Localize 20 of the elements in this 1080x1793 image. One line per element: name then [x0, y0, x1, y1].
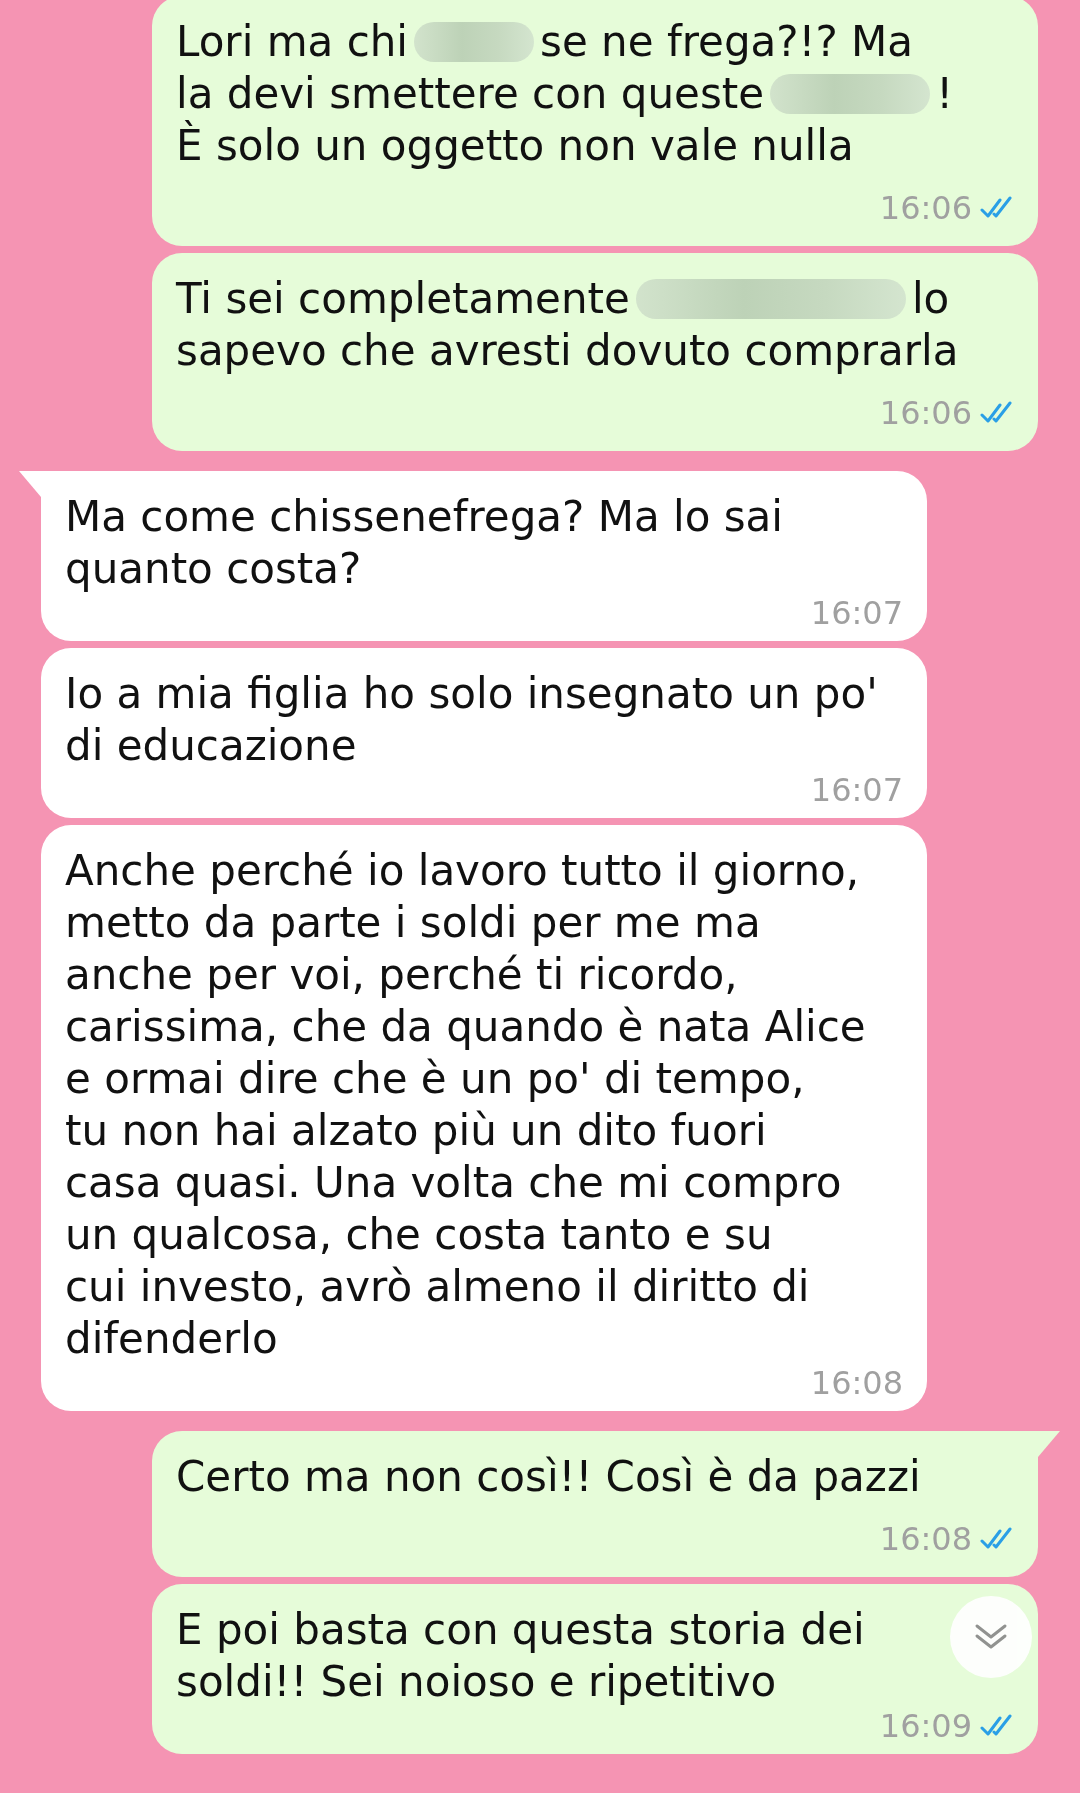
- message-time: 16:07: [810, 595, 903, 631]
- message-text: Ti sei completamente: [176, 273, 630, 325]
- message-text: Certo ma non così!! Così è da pazzi: [176, 1451, 921, 1503]
- message-text: Lori ma chi: [176, 16, 409, 68]
- message-text: lo: [911, 273, 950, 325]
- message-text: Io a mia figlia ho solo insegnato un po' di educazione: [65, 668, 878, 772]
- message-text: !: [936, 68, 953, 120]
- message-text: È solo un oggetto non vale nulla: [176, 120, 854, 172]
- message-time: 16:06: [879, 190, 972, 226]
- message-time: 16:07: [810, 772, 903, 808]
- message-text: la devi smettere con queste: [176, 68, 765, 120]
- message-text: Ma come chissenefrega? Ma lo sai quanto costa?: [65, 491, 783, 595]
- message-time: 16:08: [879, 1521, 972, 1557]
- message-time: 16:09: [879, 1708, 972, 1744]
- message-text: E poi basta con questa storia dei soldi!! Sei noioso e ripetitivo: [176, 1604, 865, 1708]
- message-text: sapevo che avresti dovuto comprarla: [176, 325, 959, 377]
- message-text: se ne frega?!? Ma: [540, 16, 914, 68]
- message-text: Anche perché io lavoro tutto il giorno, metto da parte i soldi per me ma anche per voi, perché ti ricordo, carissima, che da quando è nata Alice e ormai dire che è un po' di tempo, tu non hai alzato più un dito fuori casa quasi. Una volta che mi compro un qualcosa, che costa tanto e su cui investo, avrò almeno il diritto di difenderlo: [65, 845, 866, 1365]
- message-time: 16:08: [810, 1365, 903, 1401]
- message-time: 16:06: [879, 395, 972, 431]
